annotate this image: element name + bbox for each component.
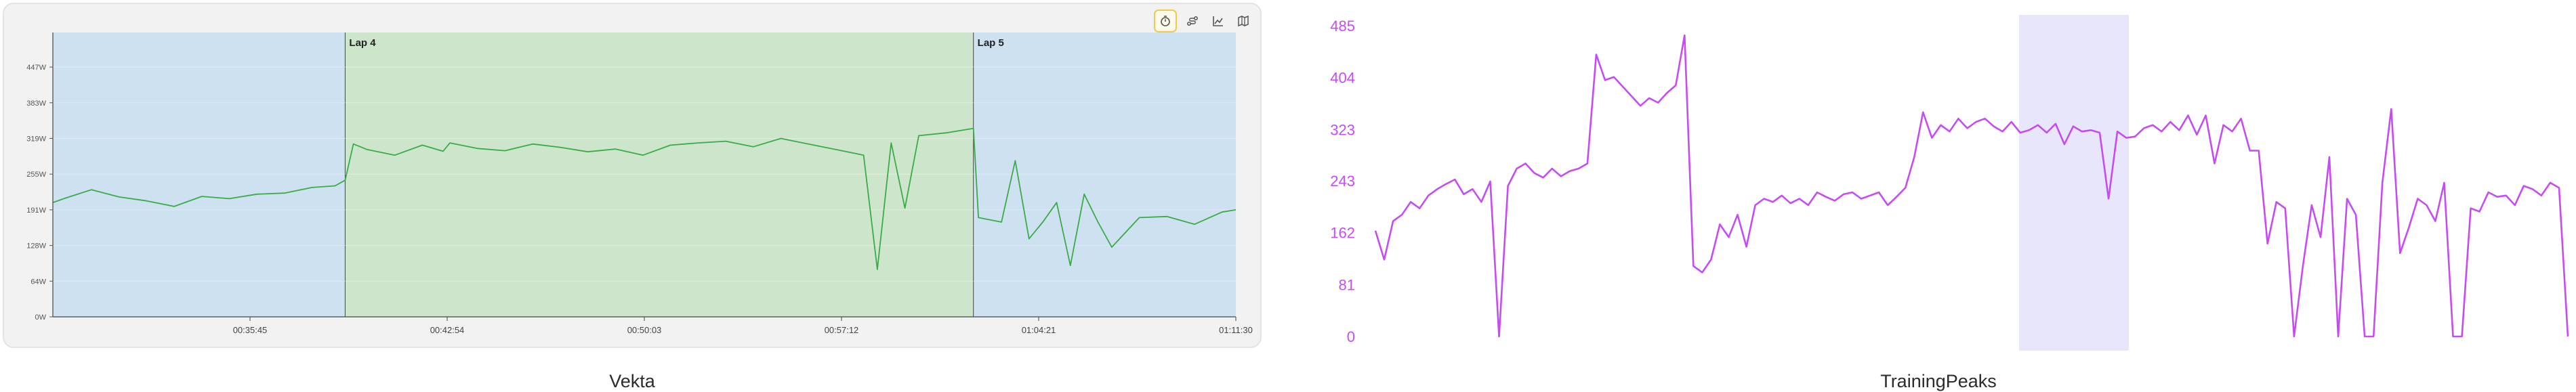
tp-y-tick-label: 404 [1330,70,1355,87]
route-button[interactable] [1181,9,1204,32]
vekta-power-chart: 0W 64W 128W 191W 255W 319W 383W 447W 00:35:45 00… [26,32,1253,335]
trainingpeaks-power-chart: 0 81 162 243 323 404 485 [1330,15,2569,351]
map-icon [1238,15,1249,27]
x-tick-label: 01:11:30 [1219,325,1253,335]
route-icon [1187,16,1198,26]
y-tick-label: 64W [30,278,46,286]
stopwatch-button[interactable] [1154,9,1177,32]
tp-y-tick-label: 162 [1330,225,1355,242]
x-tick-label: 00:42:54 [430,325,465,335]
x-tick-label: 00:50:03 [627,325,662,335]
y-tick-label: 191W [26,206,46,215]
map-button[interactable] [1232,9,1255,32]
lap-region-1[interactable] [345,32,974,317]
y-tick-label: 255W [26,171,46,179]
chart-button[interactable] [1207,9,1230,32]
y-tick-label: 319W [26,135,46,143]
lap-label: Lap 5 [978,37,1004,49]
tp-power-series [1374,34,2569,338]
x-tick-label: 00:35:45 [233,325,268,335]
trainingpeaks-caption: TrainingPeaks [1880,371,1997,391]
y-tick-label: 0W [35,313,47,322]
stopwatch-icon [1161,16,1170,26]
x-tick-label: 00:57:12 [825,325,859,335]
tp-y-tick-label: 81 [1339,276,1355,293]
lap-label: Lap 4 [349,37,376,49]
x-tick-label: 01:04:21 [1022,325,1056,335]
lap-region-2[interactable] [973,32,1236,317]
y-tick-label: 383W [26,100,46,108]
tp-y-tick-label: 485 [1330,18,1355,35]
tp-selected-range[interactable] [2019,15,2129,351]
vekta-caption: Vekta [609,371,655,391]
y-tick-label: 128W [26,242,46,251]
tp-y-tick-label: 243 [1330,173,1355,190]
tp-y-tick-label: 323 [1330,121,1355,138]
chart-icon [1213,16,1223,26]
y-tick-label: 447W [26,64,46,72]
lap-region-0[interactable] [53,32,346,317]
tp-y-tick-label: 0 [1347,328,1355,345]
